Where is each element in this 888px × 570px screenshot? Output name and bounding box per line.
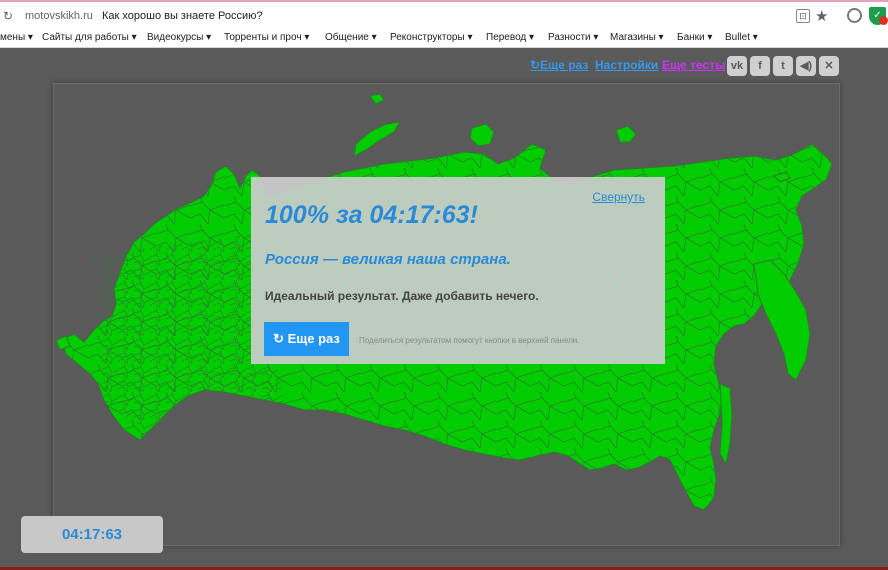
globe-extension-icon[interactable] [847,8,862,23]
facebook-icon[interactable]: f [750,56,770,76]
map-severnaya-zemlya[interactable] [469,123,495,147]
bookmark-folder[interactable]: Bullet ▾ [725,32,758,43]
translate-icon[interactable]: ⊡ [796,9,810,23]
again-link[interactable]: ↻Еще раз [530,58,588,72]
twitter-icon[interactable]: t [773,56,793,76]
collapse-link[interactable]: Свернуть [592,190,645,204]
url-domain[interactable]: motovskikh.ru [25,10,93,22]
map-novaya-zemlya[interactable] [353,121,401,157]
result-panel: Свернуть 100% за 04:17:63! Россия — вели… [251,177,665,364]
bookmark-folder[interactable]: Магазины ▾ [610,32,664,43]
more-tests-link[interactable]: Еще тесты [662,58,725,72]
result-text: Идеальный результат. Даже добавить нечег… [265,289,539,303]
retry-button[interactable]: ↻ Еще раз [264,322,349,356]
bookmark-folder[interactable]: Торренты и проч ▾ [224,32,309,43]
bookmark-folder[interactable]: Разности ▾ [548,32,598,43]
sound-icon[interactable]: ◀) [796,56,816,76]
url-page-title[interactable]: Как хорошо вы знаете Россию? [102,10,263,22]
result-title: 100% за 04:17:63! [265,201,478,229]
extension-badge [879,16,888,25]
reload-icon[interactable]: ↻ [3,9,13,23]
map-new-siberian-islands[interactable] [615,125,637,143]
result-subtitle: Россия — великая наша страна. [265,251,511,268]
vk-icon[interactable]: vk [727,56,747,76]
close-icon[interactable]: ✕ [819,56,839,76]
map-kamchatka[interactable] [753,259,811,381]
bookmark-folder[interactable]: Реконструкторы ▾ [390,32,472,43]
settings-link[interactable]: Настройки [595,58,658,72]
share-hint: Поделиться результатом помогут кнопки в … [359,336,580,345]
bookmark-folder[interactable]: Видеокурсы ▾ [147,32,211,43]
bookmark-folder[interactable]: Сайты для работы ▾ [42,32,137,43]
bookmark-folder[interactable]: Общение ▾ [325,32,377,43]
timer-display: 04:17:63 [21,516,163,553]
address-bar[interactable]: ↻ motovskikh.ru Как хорошо вы знаете Рос… [0,2,888,30]
map-sakhalin[interactable] [719,383,733,466]
bookmarks-bar: мены ▾ Сайты для работы ▾ Видеокурсы ▾ Т… [0,30,888,48]
map-franz-josef-land[interactable] [369,93,385,105]
bookmark-folder[interactable]: Банки ▾ [677,32,712,43]
bookmark-folder[interactable]: Перевод ▾ [486,32,534,43]
bookmark-star-icon[interactable]: ★ [815,7,828,25]
bookmark-folder[interactable]: мены ▾ [0,32,33,43]
